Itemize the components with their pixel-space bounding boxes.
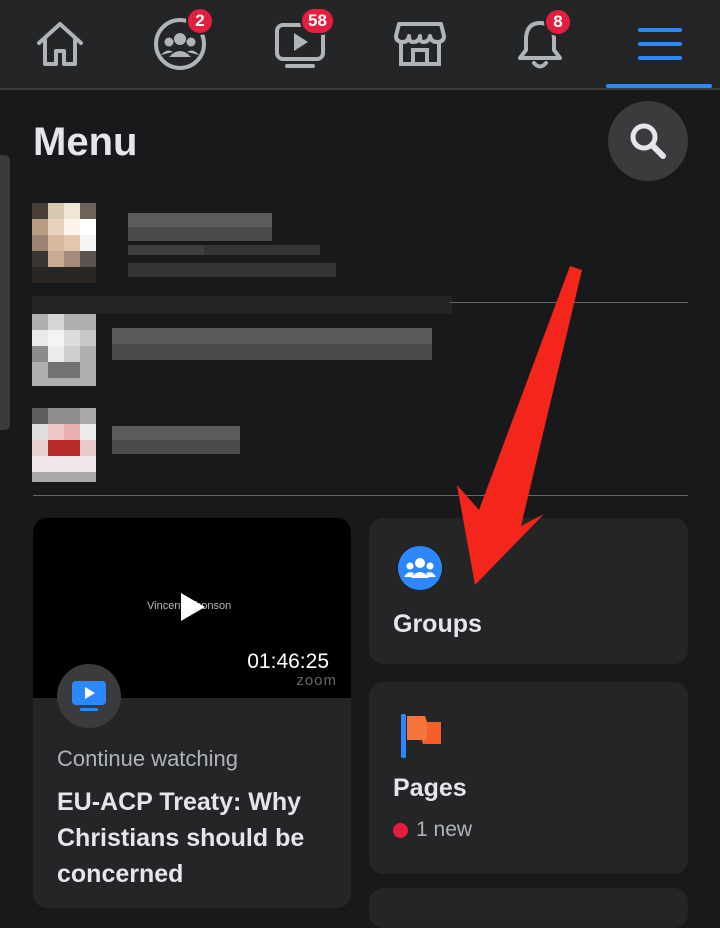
video-title[interactable]: EU-ACP Treaty: Why Christians should be … xyxy=(57,784,337,892)
next-card-partial[interactable] xyxy=(369,888,688,928)
profile-shortcut-3[interactable] xyxy=(32,408,252,482)
groups-icon xyxy=(404,558,436,578)
nav-marketplace[interactable] xyxy=(360,0,480,88)
watch-badge: 58 xyxy=(300,7,335,35)
friends-badge: 2 xyxy=(186,7,214,35)
page-title: Menu xyxy=(33,120,138,164)
nav-watch[interactable]: 58 xyxy=(240,0,360,88)
flag-icon xyxy=(401,714,441,758)
nav-notifications[interactable]: 8 xyxy=(480,0,600,88)
nav-menu[interactable] xyxy=(600,0,720,88)
divider-top xyxy=(450,302,688,303)
groups-label: Groups xyxy=(393,610,482,638)
pages-new-indicator: 1 new xyxy=(393,818,472,842)
nav-home[interactable] xyxy=(0,0,120,88)
continue-watching-card[interactable]: Vincent Ohonson 01:46:25 zoom Continue w… xyxy=(33,518,351,908)
home-icon xyxy=(37,22,83,66)
new-dot-icon xyxy=(393,822,408,838)
hamburger-menu-icon xyxy=(638,28,682,60)
search-icon xyxy=(630,123,666,159)
groups-icon-container xyxy=(398,546,442,590)
search-button[interactable] xyxy=(608,101,688,181)
video-duration: 01:46:25 xyxy=(247,650,329,673)
profile-shortcut-1[interactable] xyxy=(32,203,342,283)
divider-shortcuts xyxy=(33,495,688,496)
watch-badge-icon xyxy=(57,664,121,728)
pages-label: Pages xyxy=(393,774,467,802)
pages-new-text: 1 new xyxy=(416,818,473,841)
pages-card[interactable]: Pages 1 new xyxy=(369,682,688,874)
play-icon[interactable] xyxy=(175,590,209,624)
groups-card[interactable]: Groups xyxy=(369,518,688,664)
profile-shortcut-2[interactable] xyxy=(32,296,452,392)
active-tab-indicator xyxy=(606,84,712,88)
top-navigation-bar: 2 58 8 xyxy=(0,0,720,90)
notifications-badge: 8 xyxy=(544,8,572,36)
marketplace-icon xyxy=(394,22,446,66)
zoom-watermark: zoom xyxy=(296,672,337,689)
side-scroll-edge xyxy=(0,155,10,430)
nav-friends[interactable]: 2 xyxy=(120,0,240,88)
watch-video-icon xyxy=(72,681,106,711)
continue-watching-label: Continue watching xyxy=(57,746,239,771)
